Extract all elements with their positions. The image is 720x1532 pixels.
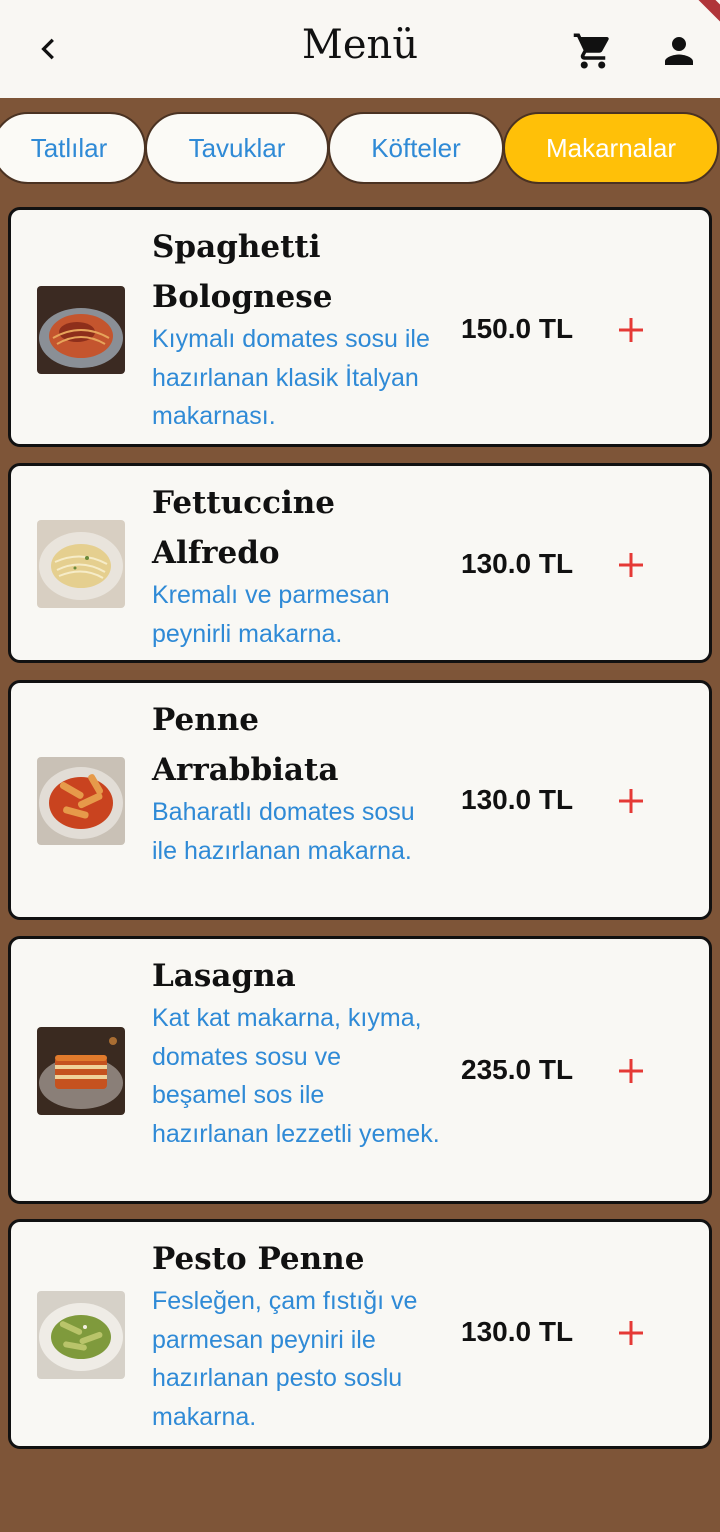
menu-item-card: Penne Arrabbiata Baharatlı domates sosu … <box>8 680 712 920</box>
food-image <box>37 1027 125 1115</box>
item-name: Pesto Penne <box>152 1241 365 1277</box>
item-price: 130.0 TL <box>461 548 574 579</box>
item-price: 130.0 TL <box>461 1316 574 1347</box>
plus-icon <box>619 1059 643 1083</box>
menu-item-card: Spaghetti Bolognese Kıymalı domates sosu… <box>8 207 712 447</box>
debug-banner <box>678 0 720 42</box>
item-name: Fettuccine Alfredo <box>152 485 336 571</box>
food-image <box>37 520 125 608</box>
cart-button[interactable] <box>570 28 616 74</box>
plus-icon <box>619 1321 643 1345</box>
item-price: 130.0 TL <box>461 784 574 815</box>
tab-kofteler[interactable]: Köfteler <box>328 112 504 184</box>
item-description: Fesleğen, çam fıstığı ve parmesan peynir… <box>152 1287 418 1431</box>
cart-icon <box>573 33 609 69</box>
item-price: 235.0 TL <box>461 1054 574 1085</box>
item-name: Spaghetti Bolognese <box>152 229 333 315</box>
item-price: 150.0 TL <box>461 313 574 344</box>
menu-item-card: Lasagna Kat kat makarna, kıyma, domates … <box>8 936 712 1204</box>
food-image <box>37 1291 125 1379</box>
add-to-cart-button[interactable] <box>613 312 649 348</box>
item-description: Kremalı ve parmesan peynirli makarna. <box>152 581 390 648</box>
plus-icon <box>619 553 643 577</box>
tab-tatlilar[interactable]: Tatlılar <box>0 112 146 184</box>
item-description: Baharatlı domates sosu ile hazırlanan ma… <box>152 798 415 865</box>
plus-icon <box>619 789 643 813</box>
item-description: Kıymalı domates sosu ile hazırlanan klas… <box>152 325 430 430</box>
category-tabs: Tatlılar Tavuklar Köfteler Makarnalar <box>0 110 720 186</box>
tab-makarnalar[interactable]: Makarnalar <box>503 112 719 184</box>
menu-item-card: Pesto Penne Fesleğen, çam fıstığı ve par… <box>8 1219 712 1449</box>
add-to-cart-button[interactable] <box>613 1053 649 1089</box>
plus-icon <box>619 318 643 342</box>
item-name: Penne Arrabbiata <box>152 702 339 788</box>
item-name: Lasagna <box>152 958 296 994</box>
add-to-cart-button[interactable] <box>613 547 649 583</box>
tab-tavuklar[interactable]: Tavuklar <box>145 112 329 184</box>
food-image <box>37 286 125 374</box>
food-image <box>37 757 125 845</box>
app-bar: Menü <box>0 0 720 98</box>
add-to-cart-button[interactable] <box>613 1315 649 1351</box>
menu-item-card: Fettuccine Alfredo Kremalı ve parmesan p… <box>8 463 712 663</box>
add-to-cart-button[interactable] <box>613 783 649 819</box>
item-description: Kat kat makarna, kıyma, domates sosu ve … <box>152 1004 440 1148</box>
